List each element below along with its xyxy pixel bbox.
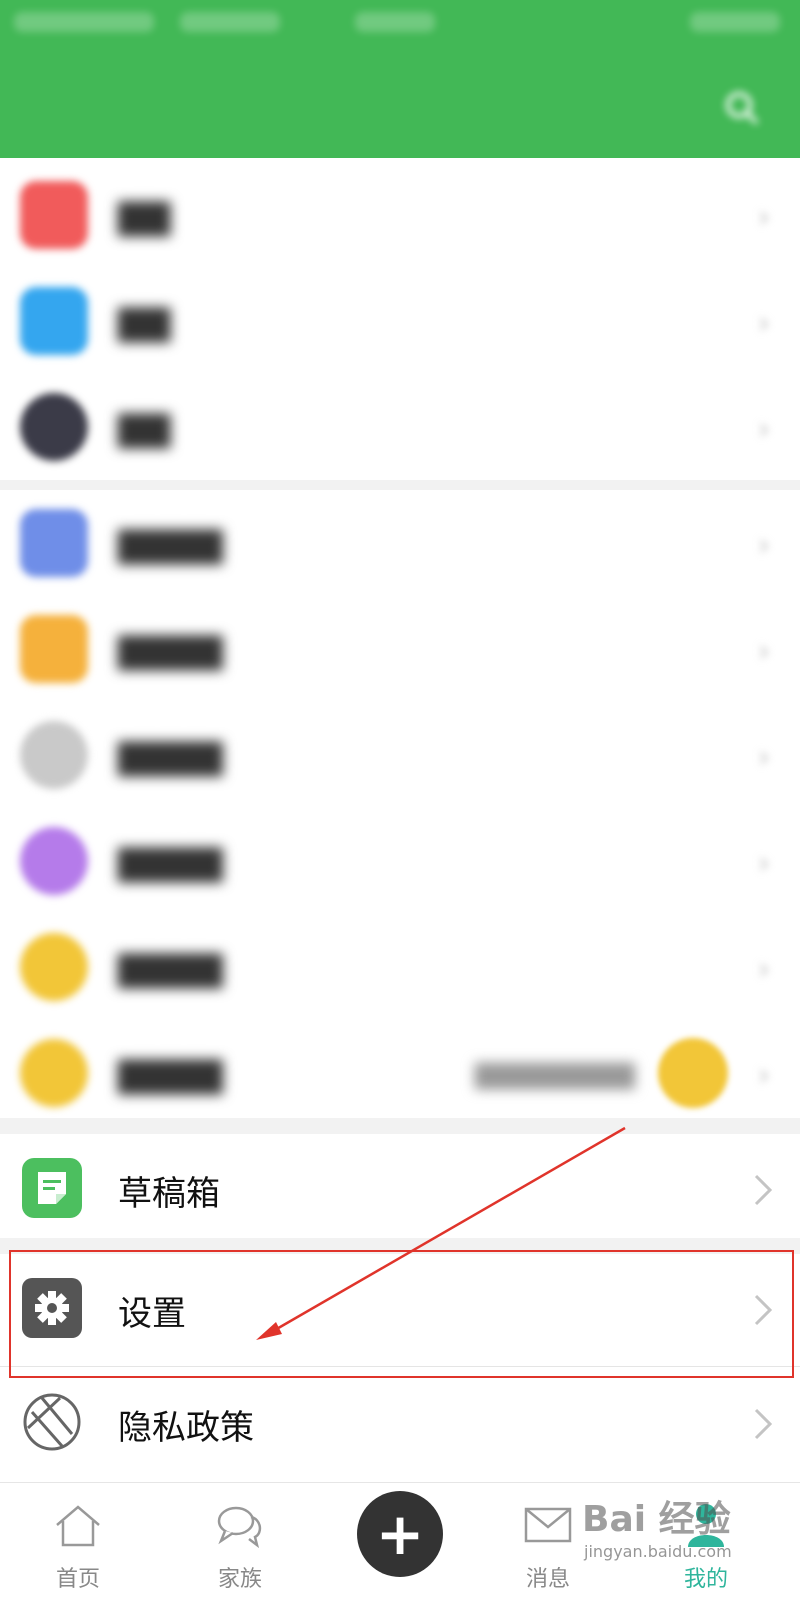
clock (355, 12, 435, 32)
nav-home-label: 首页 (55, 1567, 100, 1592)
search-icon[interactable] (722, 88, 762, 128)
row-icon (20, 1039, 88, 1107)
row-icon (20, 287, 88, 355)
drafts-row[interactable]: 草稿箱 (0, 1134, 800, 1246)
chat-bubbles-icon (215, 1503, 265, 1549)
row-icon (20, 933, 88, 1001)
row-icon (20, 827, 88, 895)
home-icon (53, 1503, 103, 1549)
menu-row-8[interactable]: ▇▇▇▇ › (0, 914, 800, 1020)
chevron-right-icon (748, 1404, 778, 1444)
chevron-right-icon: › (758, 528, 770, 563)
row-label: ▇▇ (118, 197, 171, 237)
plus-icon: + (375, 1500, 425, 1568)
mail-icon (523, 1503, 573, 1549)
chevron-right-icon: › (758, 306, 770, 341)
row-label: ▇▇▇▇ (118, 843, 223, 883)
watermark-url: jingyan.baidu.com (584, 1542, 732, 1561)
chevron-right-icon: › (758, 1058, 770, 1093)
menu-row-2[interactable]: ▇▇ › (0, 268, 800, 374)
publish-button[interactable]: + (357, 1491, 443, 1577)
privacy-policy-row[interactable]: 隐私政策 (0, 1368, 800, 1480)
menu-row-1[interactable]: ▇▇ › (0, 162, 800, 268)
nav-home[interactable]: 首页 (18, 1483, 138, 1600)
chevron-right-icon (748, 1170, 778, 1210)
chevron-right-icon: › (758, 740, 770, 775)
privacy-policy-label: 隐私政策 (118, 1408, 254, 1448)
menu-row-7[interactable]: ▇▇▇▇ › (0, 808, 800, 914)
row-label: ▇▇▇▇ (118, 631, 223, 671)
battery-indicator (690, 12, 780, 32)
row-icon (20, 721, 88, 789)
carrier-text (14, 12, 154, 32)
blurred-menu-section: ▇▇ › ▇▇ › ▇▇ › ▇▇▇▇ › ▇▇▇▇ › ▇▇▇▇ › ▇▇▇▇… (0, 160, 800, 1126)
privacy-icon (20, 1390, 84, 1454)
chevron-right-icon: › (758, 634, 770, 669)
row-label: ▇▇ (118, 303, 171, 343)
row-label: ▇▇ (118, 409, 171, 449)
watermark-logo: Bai 经验 (582, 1499, 731, 1540)
chevron-right-icon: › (758, 200, 770, 235)
chevron-right-icon: › (758, 952, 770, 987)
row-icon (20, 181, 88, 249)
drafts-label: 草稿箱 (118, 1174, 220, 1214)
nav-family-label: 家族 (217, 1567, 262, 1592)
row-badge (658, 1038, 728, 1108)
row-label: ▇▇▇▇ (118, 737, 223, 777)
row-label: ▇▇▇▇ (118, 525, 223, 565)
menu-row-3[interactable]: ▇▇ › (0, 374, 800, 480)
chevron-right-icon: › (758, 846, 770, 881)
row-icon (20, 509, 88, 577)
chevron-right-icon: › (758, 412, 770, 447)
row-icon (20, 615, 88, 683)
row-extra-text: ▇▇▇▇▇▇▇▇ (475, 1060, 635, 1090)
row-icon (20, 393, 88, 461)
menu-row-6[interactable]: ▇▇▇▇ › (0, 702, 800, 808)
app-header (0, 50, 800, 158)
menu-row-4[interactable]: ▇▇▇▇ › (0, 490, 800, 596)
highlight-box (9, 1250, 794, 1378)
draft-icon (20, 1156, 84, 1220)
menu-row-9[interactable]: ▇▇▇▇ ▇▇▇▇▇▇▇▇ › (0, 1020, 800, 1126)
row-label: ▇▇▇▇ (118, 949, 223, 989)
nav-family[interactable]: 家族 (180, 1483, 300, 1600)
signal-indicators (180, 12, 280, 32)
row-label: ▇▇▇▇ (118, 1055, 223, 1095)
status-bar (0, 0, 800, 50)
baidu-watermark: Bai 经验 jingyan.baidu.com (582, 1490, 772, 1582)
menu-row-5[interactable]: ▇▇▇▇ › (0, 596, 800, 702)
